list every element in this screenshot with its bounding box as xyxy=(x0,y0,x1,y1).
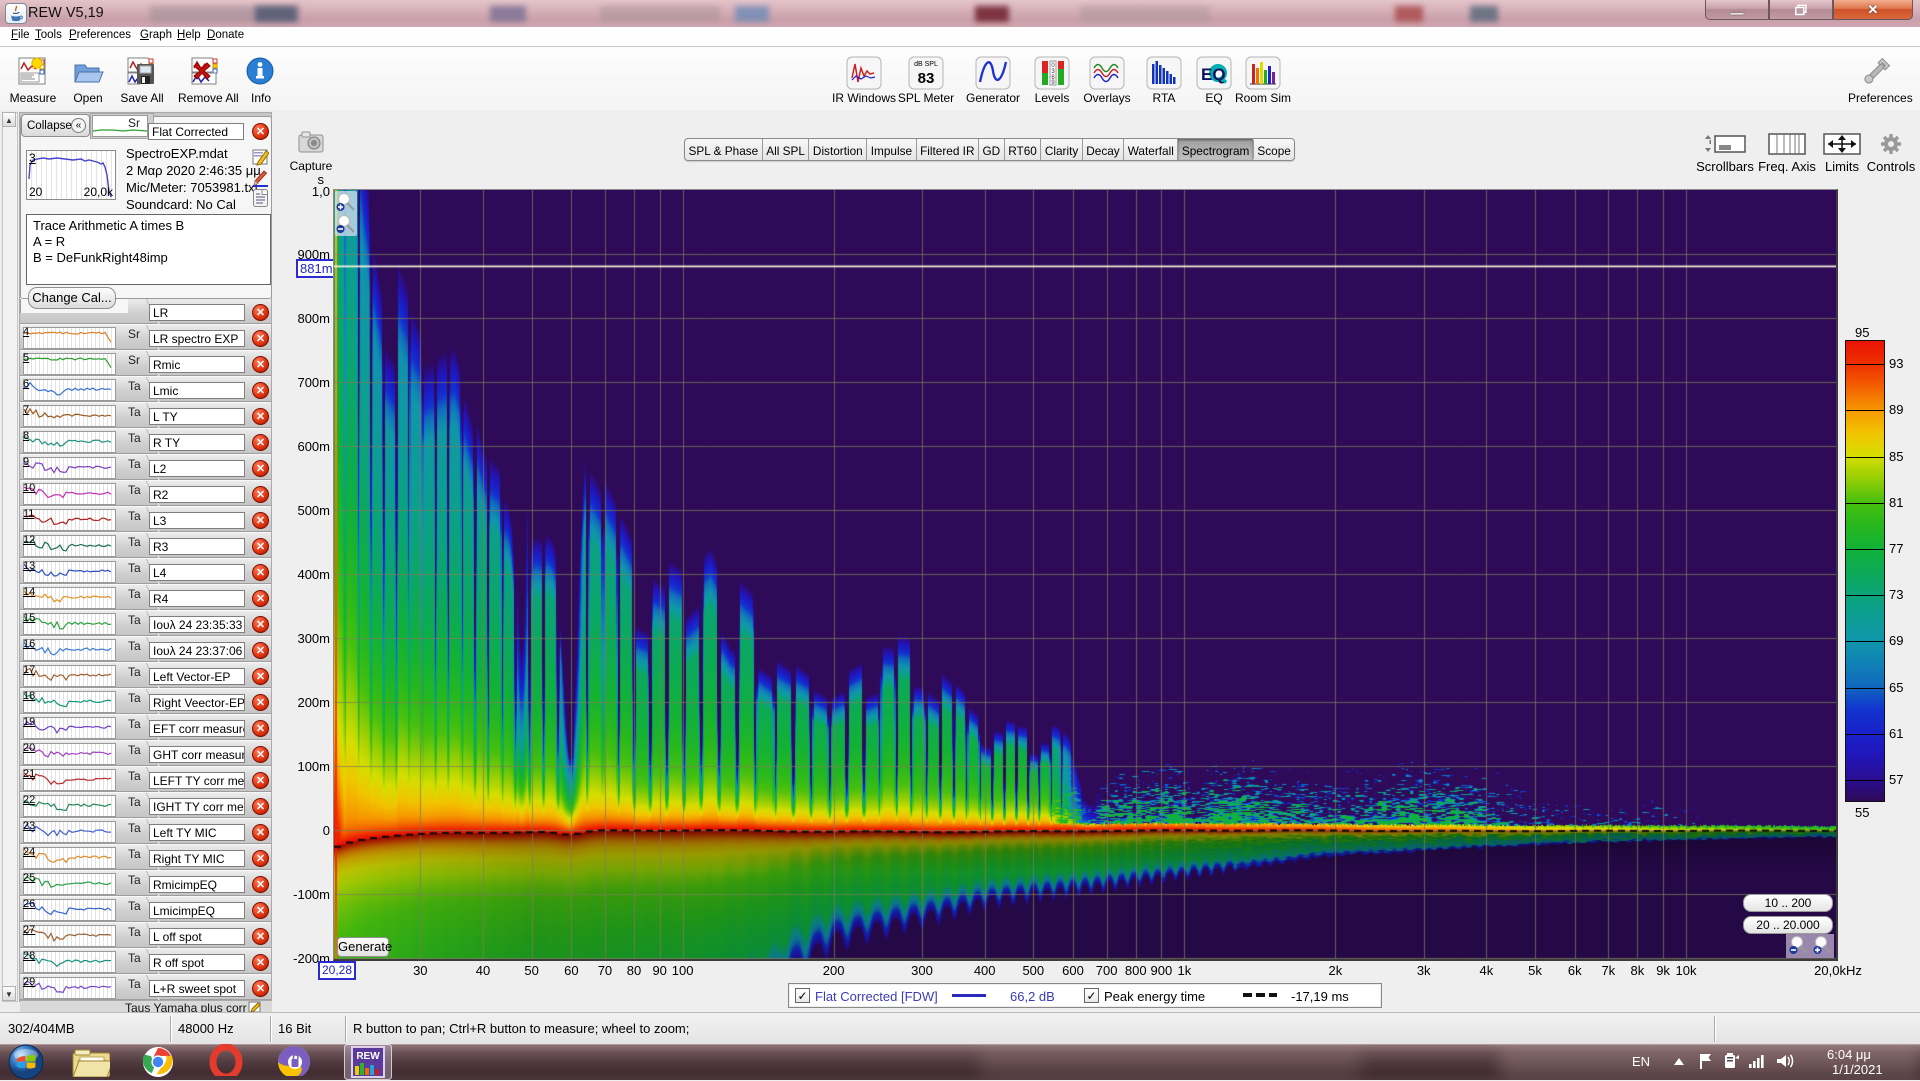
svg-text:83: 83 xyxy=(918,70,935,87)
svg-text:EQ: EQ xyxy=(1201,65,1226,84)
svg-text:dB SPL: dB SPL xyxy=(914,61,938,68)
svg-text:REW: REW xyxy=(356,1051,380,1062)
